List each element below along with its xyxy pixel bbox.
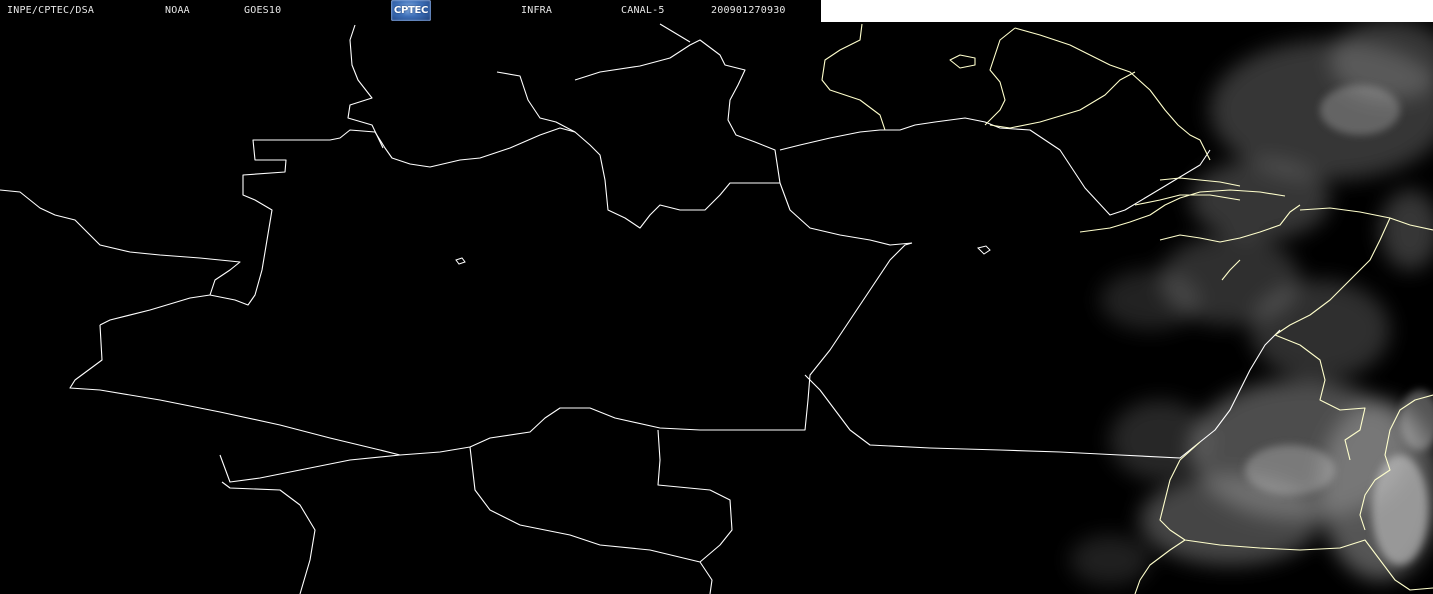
political-borders xyxy=(0,23,1281,594)
satellite-image xyxy=(0,20,1433,594)
satellite-label: GOES10 xyxy=(244,5,282,16)
header-bar: INPE/CPTEC/DSA NOAA GOES10 CPTEC INFRA C… xyxy=(0,0,821,22)
institution-label: INPE/CPTEC/DSA xyxy=(7,5,95,16)
logo-text: CPTEC xyxy=(393,5,429,16)
header-blank-strip xyxy=(821,0,1433,22)
cptec-logo: CPTEC xyxy=(391,0,431,21)
product-label: INFRA xyxy=(521,5,553,16)
small-features xyxy=(455,245,991,265)
satellite-map-view xyxy=(0,0,1433,594)
timestamp-label: 200901270930 xyxy=(711,5,786,16)
channel-label: CANAL-5 xyxy=(621,5,665,16)
agency-label: NOAA xyxy=(165,5,190,16)
